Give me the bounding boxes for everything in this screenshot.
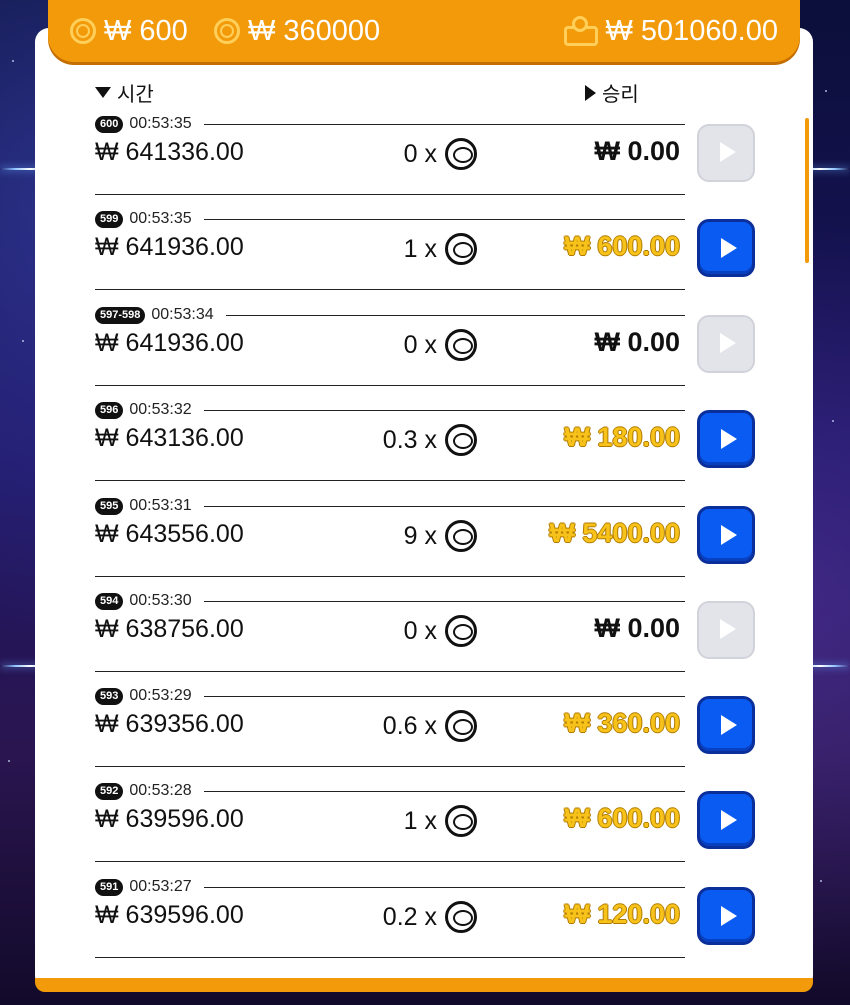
round-win: ₩ 5400.00 <box>549 518 680 548</box>
round-time: 00:53:30 <box>129 592 192 609</box>
total-value: 360000 <box>283 14 381 47</box>
round-multiplier: 0 x <box>404 138 477 170</box>
chip-icon <box>445 424 477 456</box>
round-time: 00:53:34 <box>151 306 214 323</box>
total-currency: ₩ <box>248 14 276 47</box>
round-balance: ₩ 639596.00 <box>95 805 244 833</box>
coin-icon <box>70 18 96 44</box>
history-row: 597-598 00:53:34 ₩ 641936.00 0 x ₩ 0.00 <box>0 305 850 400</box>
chip-icon <box>445 615 477 647</box>
round-id-badge: 596 <box>95 401 124 419</box>
chip-icon <box>445 805 477 837</box>
round-multiplier: 9 x <box>404 520 477 552</box>
replay-button[interactable] <box>697 696 755 754</box>
replay-button[interactable] <box>697 410 755 468</box>
round-id-badge: 592 <box>95 782 124 800</box>
round-id-badge: 600 <box>95 115 124 133</box>
replay-button[interactable] <box>697 124 755 182</box>
wallet-icon <box>563 16 598 46</box>
balance-value: 501060.00 <box>640 14 778 47</box>
round-balance: ₩ 643556.00 <box>95 520 244 548</box>
round-multiplier: 1 x <box>404 233 477 265</box>
history-row: 595 00:53:31 ₩ 643556.00 9 x ₩ 5400.00 <box>0 496 850 591</box>
round-win: ₩ 360.00 <box>564 708 680 738</box>
history-row: 592 00:53:28 ₩ 639596.00 1 x ₩ 600.00 <box>0 781 850 876</box>
chip-icon <box>445 901 477 933</box>
history-row: 599 00:53:35 ₩ 641936.00 1 x ₩ 600.00 <box>0 209 850 304</box>
replay-button[interactable] <box>697 887 755 945</box>
round-win: ₩ 0.00 <box>594 613 680 643</box>
round-win: ₩ 120.00 <box>564 899 680 929</box>
chip-icon <box>445 710 477 742</box>
chip-icon <box>445 138 477 170</box>
round-time: 00:53:28 <box>129 782 192 799</box>
round-multiplier: 0 x <box>404 615 477 647</box>
round-balance: ₩ 638756.00 <box>95 615 244 643</box>
round-multiplier: 0.6 x <box>383 710 477 742</box>
round-id-badge: 593 <box>95 687 124 705</box>
replay-button[interactable] <box>697 315 755 373</box>
sort-by-time-header[interactable]: 시간 <box>95 78 154 107</box>
coin-icon <box>214 18 240 44</box>
round-id-badge: 597-598 <box>95 306 146 324</box>
panel-bottom-edge <box>35 978 813 992</box>
round-balance: ₩ 639596.00 <box>95 901 244 929</box>
round-time: 00:53:35 <box>129 115 192 132</box>
chip-icon <box>445 329 477 361</box>
balance-display: ₩ 501060.00 <box>563 14 778 48</box>
bet-value: 600 <box>139 14 188 47</box>
replay-button[interactable] <box>697 791 755 849</box>
round-id-badge: 591 <box>95 878 124 896</box>
round-time: 00:53:35 <box>129 210 192 227</box>
history-row: 600 00:53:35 ₩ 641336.00 0 x ₩ 0.00 <box>0 114 850 209</box>
round-balance: ₩ 641936.00 <box>95 329 244 357</box>
round-win: ₩ 180.00 <box>564 422 680 452</box>
top-balance-bar: ₩ 600 ₩ 360000 ₩ 501060.00 <box>48 0 800 62</box>
round-win: ₩ 0.00 <box>594 136 680 166</box>
sort-by-win-header[interactable]: 승리 <box>585 78 639 107</box>
round-time: 00:53:31 <box>129 497 192 514</box>
balance-currency: ₩ <box>605 14 633 47</box>
round-multiplier: 1 x <box>404 805 477 837</box>
background-star <box>825 90 827 92</box>
round-win: ₩ 600.00 <box>564 803 680 833</box>
round-win: ₩ 600.00 <box>564 231 680 261</box>
background-star <box>12 60 14 62</box>
history-row: 593 00:53:29 ₩ 639356.00 0.6 x ₩ 360.00 <box>0 686 850 781</box>
round-id-badge: 595 <box>95 497 124 515</box>
round-multiplier: 0.3 x <box>383 424 477 456</box>
round-id-badge: 599 <box>95 210 124 228</box>
win-header-label: 승리 <box>602 84 639 106</box>
bet-display: ₩ 600 <box>70 15 188 48</box>
chip-icon <box>445 233 477 265</box>
round-time: 00:53:29 <box>129 687 192 704</box>
history-row: 596 00:53:32 ₩ 643136.00 0.3 x ₩ 180.00 <box>0 400 850 495</box>
total-display: ₩ 360000 <box>214 15 380 48</box>
round-id-badge: 594 <box>95 592 124 610</box>
round-multiplier: 0.2 x <box>383 901 477 933</box>
history-row: 594 00:53:30 ₩ 638756.00 0 x ₩ 0.00 <box>0 591 850 686</box>
sort-right-icon <box>585 84 596 101</box>
history-row: 591 00:53:27 ₩ 639596.00 0.2 x ₩ 120.00 <box>0 877 850 972</box>
round-multiplier: 0 x <box>404 329 477 361</box>
bet-currency: ₩ <box>104 14 132 47</box>
replay-button[interactable] <box>697 601 755 659</box>
time-header-label: 시간 <box>117 84 154 106</box>
chip-icon <box>445 520 477 552</box>
replay-button[interactable] <box>697 506 755 564</box>
replay-button[interactable] <box>697 219 755 277</box>
round-balance: ₩ 639356.00 <box>95 710 244 738</box>
round-balance: ₩ 641336.00 <box>95 138 244 166</box>
round-balance: ₩ 641936.00 <box>95 233 244 261</box>
round-balance: ₩ 643136.00 <box>95 424 244 452</box>
sort-down-icon <box>95 87 111 98</box>
round-time: 00:53:27 <box>129 878 192 895</box>
round-time: 00:53:32 <box>129 401 192 418</box>
round-win: ₩ 0.00 <box>594 327 680 357</box>
